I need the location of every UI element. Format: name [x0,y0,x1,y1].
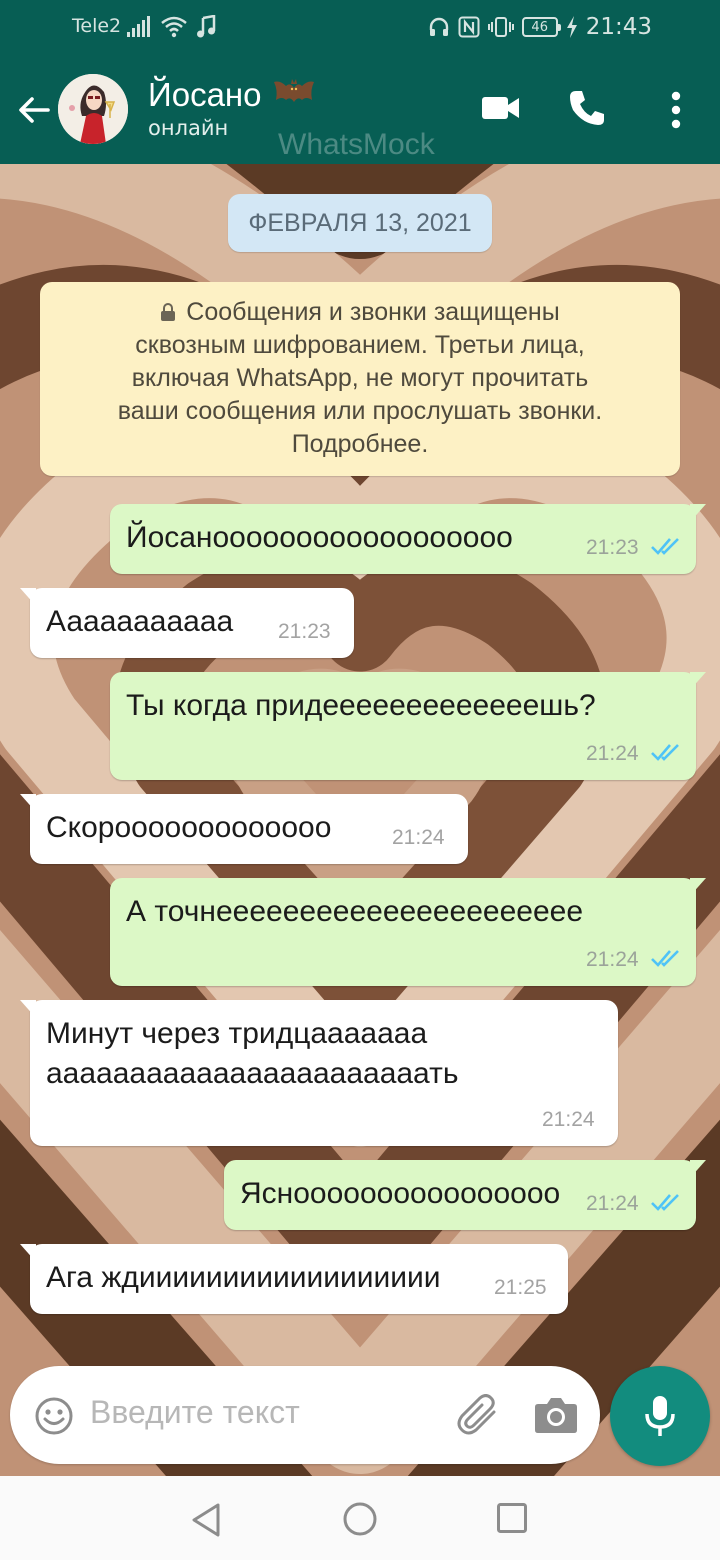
nav-recents-icon[interactable] [496,1502,528,1534]
message-time: 21:23 [586,536,639,559]
message-time: 21:24 [392,826,445,849]
message-outgoing[interactable]: Ясноооооооооооооооо 21:24 [224,1160,706,1230]
nav-back-icon[interactable] [190,1502,222,1538]
bubble-tail [690,1160,706,1178]
message-incoming[interactable]: Ааааааааааа 21:23 [20,588,354,658]
read-ticks-icon [651,538,679,555]
mic-icon [645,1396,675,1436]
avatar-image [58,74,128,144]
wifi-icon [161,16,187,38]
notice-line: включая WhatsApp, не могут прочитать [131,364,589,392]
notice-line: сквозным шифрованием. Третьи лица, [135,331,585,359]
date-chip: ФЕВРАЛЯ 13, 2021 [228,194,492,252]
message-outgoing[interactable]: Йосаноооооооооооооооооо 21:23 [110,504,706,574]
watermark: WhatsMock [278,128,435,161]
message-text: Ага ждииииииииииииииииии [46,1261,441,1294]
message-time: 21:24 [586,742,639,765]
message-text: ааааааааааааааааааааааать [46,1057,459,1090]
message-text: Скорооооооооооооо [46,811,332,844]
read-ticks-icon [651,1194,679,1211]
bubble-tail [20,1000,36,1018]
message-time: 21:24 [586,1192,639,1215]
signal-icon [127,16,150,37]
clock: 21:43 [585,14,652,40]
headphones-icon [429,17,448,36]
system-nav-bar [0,1476,720,1560]
charging-icon [566,16,577,38]
video-call-icon[interactable] [481,94,521,122]
message-text: Ясноооооооооооооооо [240,1177,561,1210]
notice-line: ваши сообщения или прослушать звонки. [117,397,603,425]
message-outgoing[interactable]: Ты когда придееееееееееееешь? 21:24 [110,672,706,780]
status-bar: Tele2 46 21:43 [0,0,720,54]
bubble-tail [20,588,36,606]
mic-button[interactable] [610,1366,710,1466]
avatar[interactable] [58,74,128,144]
emoji-icon[interactable] [34,1396,74,1436]
camera-icon[interactable] [534,1396,578,1434]
message-time: 21:25 [494,1276,547,1299]
chat-header: Йосано онлайн WhatsMock [0,54,720,164]
phone-icon[interactable] [567,88,607,128]
bat-emoji-icon [274,79,314,102]
nav-home-icon[interactable] [342,1501,378,1537]
battery-indicator: 46 [521,17,561,37]
message-text: Минут через тридцааааааа [46,1017,428,1050]
lock-icon [161,303,176,321]
message-text: Ааааааааааа [46,605,234,638]
bubble-tail [690,878,706,896]
bubble-tail [20,794,36,812]
message-input[interactable]: Введите текст [90,1394,300,1431]
message-text: Ты когда придееееееееееееешь? [126,689,596,722]
encryption-notice[interactable]: Сообщения и звонки защищены сквозным шиф… [40,282,680,476]
bubble-tail [690,504,706,522]
attach-icon[interactable] [454,1394,502,1438]
notice-line: Подробнее. [291,430,429,458]
read-ticks-icon [651,950,679,967]
message-time: 21:24 [586,948,639,971]
contact-name[interactable]: Йосано [148,76,262,114]
read-ticks-icon [651,744,679,761]
music-note-icon [197,15,216,38]
message-text: А точнееееееееееееееееееееее [126,895,584,928]
message-time: 21:24 [542,1108,595,1131]
chat-area[interactable]: ФЕВРАЛЯ 13, 2021 Сообщения и звонки защи… [0,164,720,1476]
message-outgoing[interactable]: А точнееееееееееееееееееееее 21:24 [110,878,706,986]
message-composer[interactable]: Введите текст [10,1366,600,1464]
contact-status: онлайн [148,116,229,140]
nfc-icon [458,16,480,38]
carrier-label: Tele2 [72,15,122,37]
message-incoming[interactable]: Ага ждииииииииииииииииии 21:25 [20,1244,568,1314]
back-arrow-icon[interactable] [14,90,54,130]
bubble-tail [20,1244,36,1262]
message-text: Йосаноооооооооооооооооо [126,521,513,554]
more-vert-icon[interactable] [670,90,682,130]
vibrate-icon [487,17,514,37]
message-incoming[interactable]: Скорооооооооооооо 21:24 [20,794,468,864]
message-incoming[interactable]: Минут через тридцааааааа ааааааааааааааа… [20,1000,618,1146]
notice-line: Сообщения и звонки защищены [186,298,560,326]
message-time: 21:23 [278,620,331,643]
bubble-tail [690,672,706,690]
